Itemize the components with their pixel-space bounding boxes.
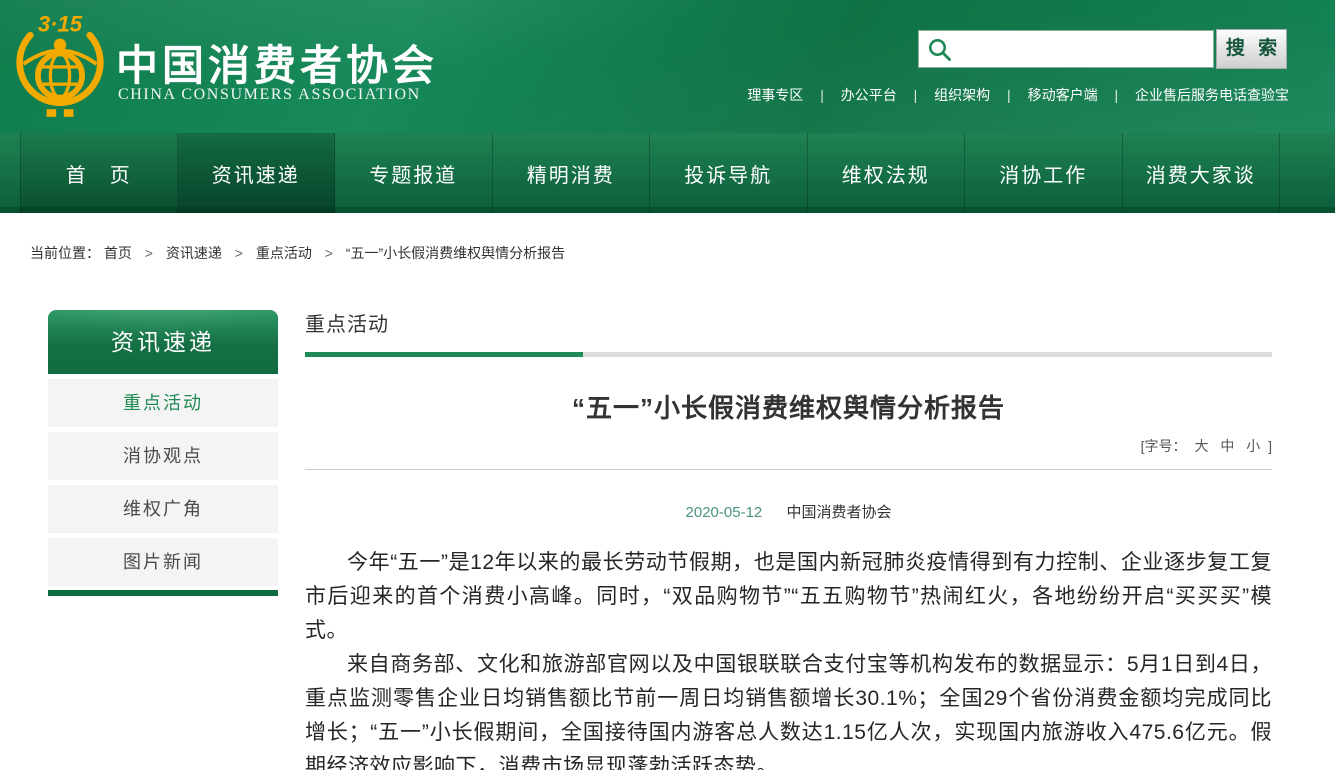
nav-tab-complaint-guide[interactable]: 投诉导航 (650, 133, 808, 213)
nav-tab-rights-laws[interactable]: 维权法规 (808, 133, 966, 213)
article-source: 中国消费者协会 (786, 504, 891, 521)
quick-link-aftersale[interactable]: 企业售后服务电话查验宝 (1135, 87, 1289, 103)
search-input[interactable] (919, 31, 1213, 67)
nav-tab-smart-consumption[interactable]: 精明消费 (493, 133, 651, 213)
search-button[interactable]: 搜 索 (1216, 29, 1287, 69)
section-title: 重点活动 (305, 308, 1272, 337)
nav-tab-consumer-talk[interactable]: 消费大家谈 (1123, 133, 1281, 213)
site-title: 中国消费者协会 (116, 32, 438, 93)
article-title: “五一”小长假消费维权舆情分析报告 (305, 388, 1272, 425)
sidebar-title: 资讯速递 (48, 310, 278, 374)
article-paragraph: 来自商务部、文化和旅游部官网以及中国银联联合支付宝等机构发布的数据显示：5月1日… (305, 648, 1272, 770)
sidebar-item-key-activities[interactable]: 重点活动 (48, 379, 278, 427)
fontsize-prefix: [字号： (1141, 438, 1187, 454)
sidebar-bottom-bar (48, 590, 278, 596)
sidebar-item-rights-wide-angle[interactable]: 维权广角 (48, 485, 278, 533)
article-content: 重点活动 “五一”小长假消费维权舆情分析报告 [字号： 大 中 小 ] 2020… (305, 308, 1272, 770)
breadcrumb-separator: > (235, 245, 243, 261)
article-paragraph: 今年“五一”是12年以来的最长劳动节假期，也是国内新冠肺炎疫情得到有力控制、企业… (305, 546, 1272, 648)
search-box[interactable] (918, 30, 1214, 68)
quick-link-separator: | (1007, 87, 1011, 103)
breadcrumb-news[interactable]: 资讯速递 (166, 245, 222, 261)
nav-tab-home[interactable]: 首 页 (20, 133, 178, 213)
quick-link-structure[interactable]: 组织架构 (934, 87, 990, 103)
quick-link-members[interactable]: 理事专区 (747, 87, 803, 103)
title-divider (305, 469, 1272, 470)
article-body: 今年“五一”是12年以来的最长劳动节假期，也是国内新冠肺炎疫情得到有力控制、企业… (305, 546, 1272, 770)
article-date: 2020-05-12 (686, 504, 763, 521)
main-nav: 首 页 资讯速递 专题报道 精明消费 投诉导航 维权法规 消协工作 消费大家谈 (0, 133, 1335, 213)
breadcrumb-label: 当前位置： (30, 245, 100, 261)
quick-link-mobile[interactable]: 移动客户端 (1028, 87, 1098, 103)
cca-315-logo-icon: 3·15 (12, 8, 108, 122)
nav-tab-special-reports[interactable]: 专题报道 (335, 133, 493, 213)
breadcrumb: 当前位置： 首页 > 资讯速递 > 重点活动 > “五一”小长假消费维权舆情分析… (30, 243, 565, 263)
site-header: 3·15 中国消费者协会 CHINA CONSUMERS ASSOCIATION (0, 0, 1335, 133)
header-quick-links: 理事专区 | 办公平台 | 组织架构 | 移动客户端 | 企业售后服务电话查验宝 (747, 85, 1289, 105)
breadcrumb-key-activities[interactable]: 重点活动 (256, 245, 312, 261)
fontsize-large-button[interactable]: 大 (1194, 438, 1208, 454)
quick-link-separator: | (914, 87, 918, 103)
breadcrumb-separator: > (325, 245, 333, 261)
fontsize-small-button[interactable]: 小 (1246, 438, 1260, 454)
fontsize-suffix: ] (1268, 438, 1272, 454)
fontsize-medium-button[interactable]: 中 (1220, 438, 1234, 454)
nav-tab-association-work[interactable]: 消协工作 (965, 133, 1123, 213)
svg-text:3·15: 3·15 (38, 11, 83, 36)
quick-link-office[interactable]: 办公平台 (841, 87, 897, 103)
site-subtitle: CHINA CONSUMERS ASSOCIATION (118, 86, 421, 104)
section-rule (305, 352, 1272, 357)
page: 3·15 中国消费者协会 CHINA CONSUMERS ASSOCIATION (0, 0, 1335, 770)
quick-link-separator: | (1114, 87, 1118, 103)
nav-tab-news[interactable]: 资讯速递 (178, 133, 336, 213)
fontsize-controls: [字号： 大 中 小 ] (305, 436, 1272, 456)
sidebar-item-association-views[interactable]: 消协观点 (48, 432, 278, 480)
breadcrumb-current-article: “五一”小长假消费维权舆情分析报告 (346, 245, 565, 261)
article-meta: 2020-05-12 中国消费者协会 (305, 501, 1272, 522)
sidebar-item-photo-news[interactable]: 图片新闻 (48, 538, 278, 586)
quick-link-separator: | (820, 87, 824, 103)
breadcrumb-home[interactable]: 首页 (104, 245, 132, 261)
sidebar: 资讯速递 重点活动 消协观点 维权广角 图片新闻 (48, 310, 278, 596)
breadcrumb-separator: > (145, 245, 153, 261)
